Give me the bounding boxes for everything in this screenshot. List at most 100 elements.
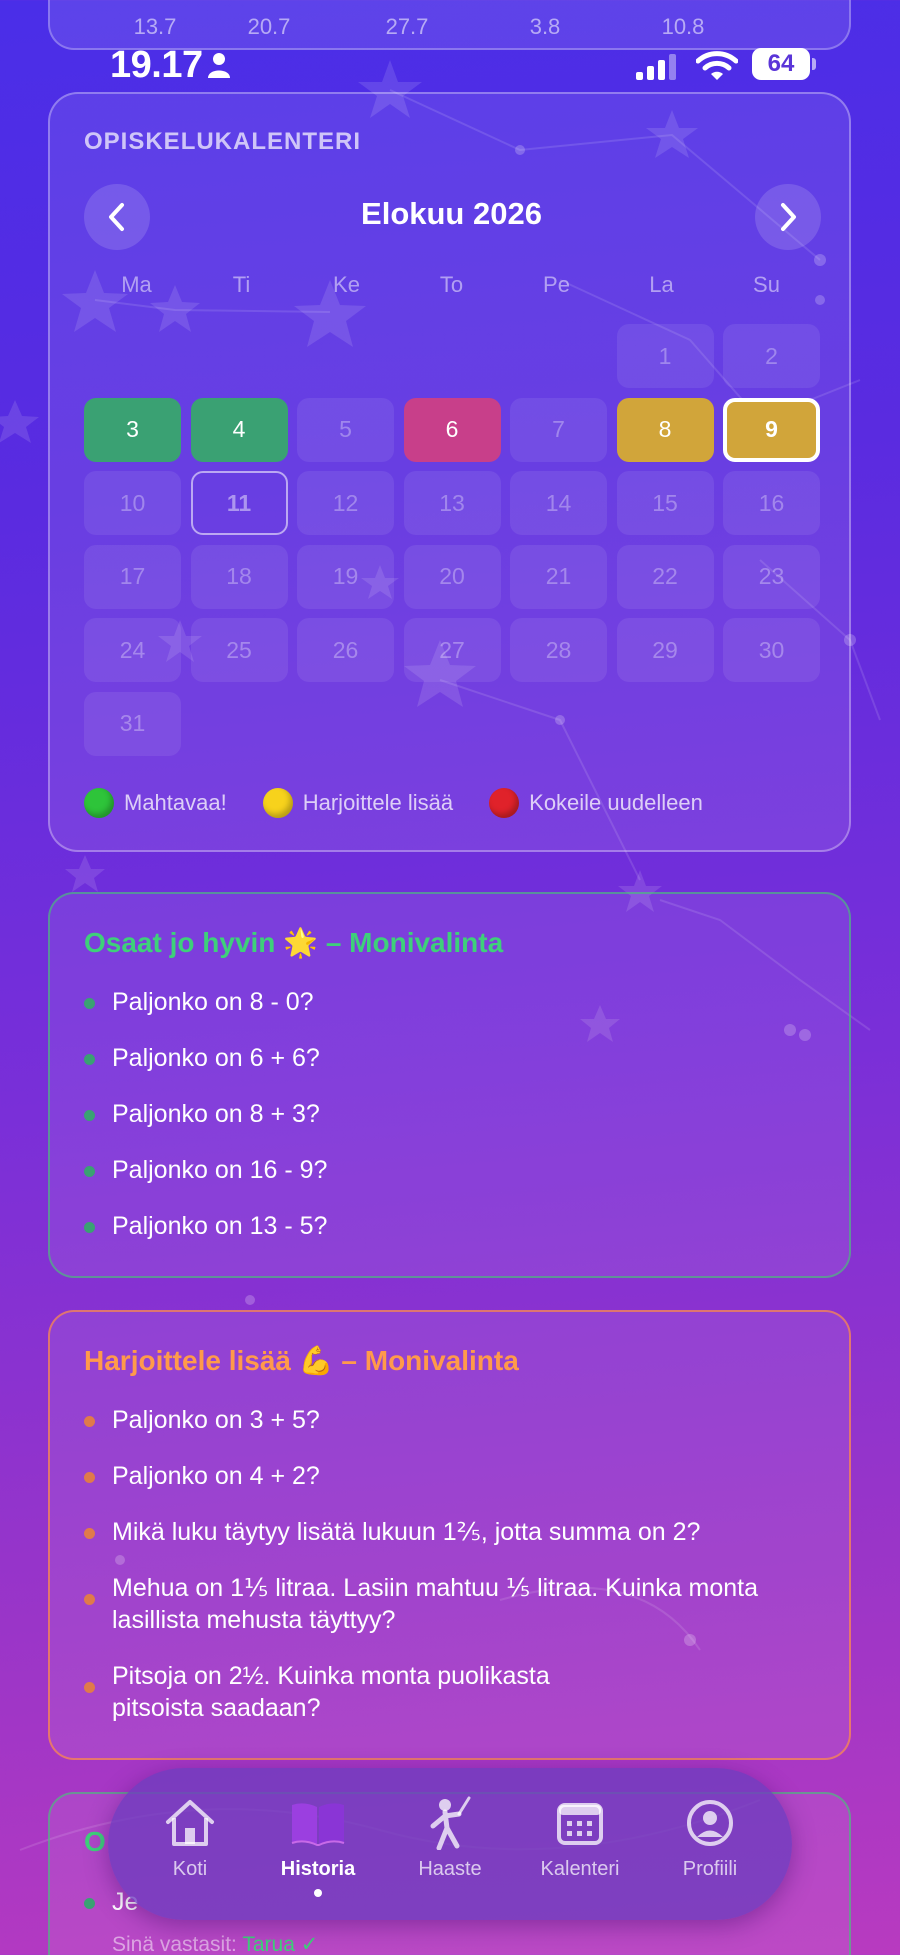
calendar-day[interactable]: 20 [403,544,501,609]
calendar-day[interactable]: 8 [616,397,714,462]
weekday-label: Ke [333,272,360,297]
calendar-day[interactable]: 30 [723,618,820,682]
question-text: Mikä luku täytyy lisätä lukuun 1⅖, jotta… [112,1518,701,1546]
practice-topics-title: Harjoittele lisää 💪 – Monivalinta [84,1345,519,1376]
bullet-icon [84,1054,95,1065]
question-item[interactable]: Paljonko on 8 + 3? [84,1098,815,1130]
calendar-day[interactable]: 3 [84,397,181,462]
status-time: 19.17 [110,44,203,86]
question-item[interactable]: Pitsoja on 2½. Kuinka monta puolikasta p… [84,1660,815,1724]
weekday-label: La [649,272,674,297]
calendar-day[interactable]: 27 [403,618,501,682]
bullet-icon [84,1898,95,1909]
person-icon [206,52,232,83]
answer-value: Tarua ✓ [242,1933,319,1955]
tab-home[interactable]: Koti [130,1796,250,1881]
question-text: Paljonko on 3 + 5? [112,1406,320,1434]
practice-topics-card: Harjoittele lisää 💪 – Monivalinta Paljon… [48,1310,851,1760]
calendar-day[interactable]: 29 [616,618,714,682]
your-answer-line: Sinä vastasit: Tarua ✓ [112,1932,318,1955]
calendar-day[interactable]: 9 [723,397,820,462]
mastered-topics-title: Osaat jo hyvin 🌟 – Monivalinta [84,927,504,958]
calendar-day[interactable]: 7 [510,397,607,462]
legend-item: Mahtavaa! [84,788,227,818]
question-item[interactable]: Paljonko on 16 - 9? [84,1154,815,1186]
calendar-day[interactable]: 28 [510,618,607,682]
status-bar: 19.17 64 [0,44,900,88]
bullet-icon [84,1682,95,1693]
calendar-day[interactable]: 2 [723,324,820,388]
calendar-icon [520,1796,640,1850]
calendar-day[interactable]: 21 [510,544,607,609]
calendar-day[interactable]: 4 [190,397,288,462]
question-text: Paljonko on 8 - 0? [112,988,314,1016]
status-circle-icon [489,788,520,818]
calendar-day[interactable]: 17 [84,544,181,609]
weekday-label: Pe [543,272,570,297]
stat-value: 13.7 [133,14,177,39]
stat-value: 10.8 [661,14,705,39]
question-item[interactable]: Paljonko on 3 + 5? [84,1404,815,1436]
calendar-day[interactable]: 1 [616,324,714,388]
calendar-day[interactable]: 5 [297,397,394,462]
tab-challenge-label: Haaste [418,1858,482,1880]
tab-history[interactable]: Historia [258,1796,378,1897]
calendar-day[interactable]: 18 [190,544,288,609]
tab-history-label: Historia [280,1858,356,1880]
question-text: Paljonko on 6 + 6? [112,1044,320,1072]
legend-item: Kokeile uudelleen [489,788,703,818]
tab-profile[interactable]: Profiili [650,1796,770,1881]
calendar-day[interactable]: 25 [190,618,288,682]
calendar-day[interactable]: 31 [84,691,181,756]
bullet-icon [84,1472,95,1483]
weekday-label: To [439,272,464,297]
status-circle-icon [84,788,114,818]
question-item[interactable]: Paljonko on 4 + 2? [84,1460,815,1492]
wifi-icon [695,50,739,87]
calendar-day[interactable]: 13 [403,471,501,535]
calendar-day[interactable]: 16 [723,471,820,535]
cellular-signal-icon [636,54,680,85]
weekday-label: Su [753,272,780,297]
question-item[interactable]: Mikä luku täytyy lisätä lukuun 1⅖, jotta… [84,1516,815,1548]
calendar-title: OPISKELUKALENTERI [84,128,362,155]
weekday-label: Ti [232,272,251,297]
calendar-day[interactable]: 6 [403,397,501,462]
bullet-icon [84,1166,95,1177]
question-text: Pitsoja on 2½. Kuinka monta puolikasta p… [112,1662,550,1722]
calendar-day[interactable]: 11 [190,471,288,535]
calendar-day[interactable]: 12 [297,471,394,535]
bullet-icon [84,1222,95,1233]
weekday-header: Ma Ti Ke To Pe La Su [84,272,819,298]
tab-challenge[interactable]: Haaste [390,1796,510,1881]
previous-stats-card: 13.7 20.7 27.7 3.8 10.8 [48,0,851,50]
calendar-day[interactable]: 24 [84,618,181,682]
calendar-day[interactable]: 15 [616,471,714,535]
calendar-day[interactable]: 22 [616,544,714,609]
fencer-icon [390,1796,510,1850]
bottom-tab-bar: Koti Historia Haaste Kalenteri Profiili [108,1768,792,1920]
tab-home-label: Koti [172,1858,208,1880]
calendar-day[interactable]: 26 [297,618,394,682]
stat-value: 3.8 [529,14,561,39]
calendar-day[interactable]: 23 [723,544,820,609]
question-item[interactable]: Paljonko on 8 - 0? [84,986,815,1018]
stat-value: 27.7 [385,14,429,39]
calendar-day[interactable]: 19 [297,544,394,609]
weekday-label: Ma [121,272,152,297]
study-calendar-card: OPISKELUKALENTERI Elokuu 2026 Ma Ti Ke T… [48,92,851,852]
question-item[interactable]: Paljonko on 13 - 5? [84,1210,815,1242]
calendar-legend: Mahtavaa! Harjoittele lisää Kokeile uudell… [84,788,739,818]
calendar-day[interactable]: 14 [510,471,607,535]
bullet-icon [84,1110,95,1121]
question-item[interactable]: Mehua on 1⅕ litraa. Lasiin mahtuu ⅕ litr… [84,1572,815,1636]
next-month-button[interactable] [755,184,821,250]
tab-calendar[interactable]: Kalenteri [520,1796,640,1881]
question-text: Paljonko on 8 + 3? [112,1100,320,1128]
question-text: Paljonko on 4 + 2? [112,1462,320,1490]
calendar-day[interactable]: 10 [84,471,181,535]
tab-profile-label: Profiili [682,1858,738,1880]
legend-label: Kokeile uudelleen [529,790,703,815]
book-icon [258,1796,378,1850]
question-item[interactable]: Paljonko on 6 + 6? [84,1042,815,1074]
